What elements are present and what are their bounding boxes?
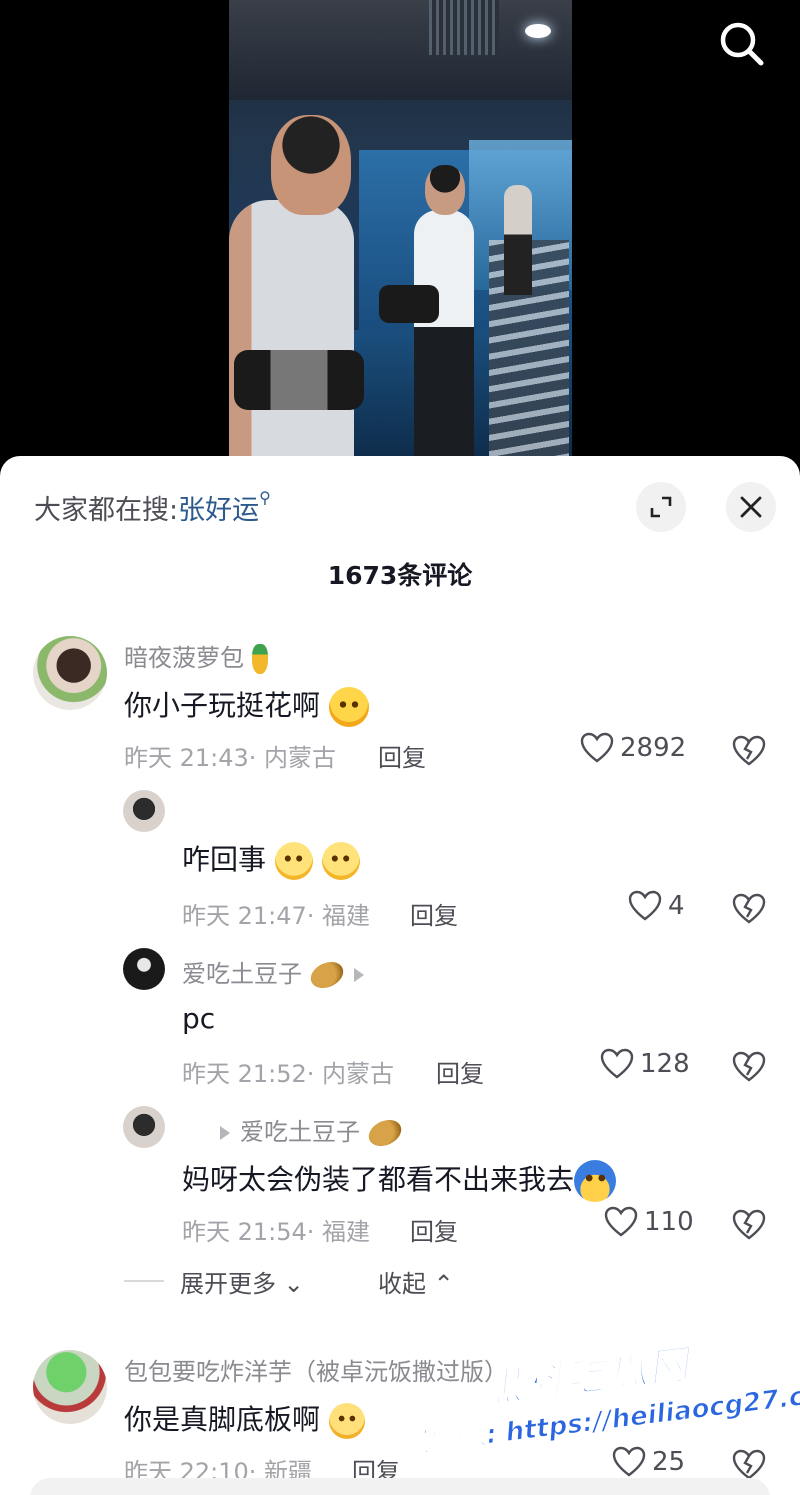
comment-meta: 昨天 21:52· 内蒙古 [182,1060,395,1088]
search-hint: 大家都在搜:张好运⚲ [34,488,271,527]
ceiling-vent [429,0,499,55]
comment-text: 妈呀太会伪装了都看不出来我去 [182,1158,617,1202]
expand-more-button[interactable]: 展开更多 ⌄ [180,1264,304,1299]
front-man-body [229,200,354,470]
potato-emoji [306,956,348,994]
comment-text: 咋回事 [182,838,360,880]
heart-outline-icon [580,732,614,763]
comment-item: 暗夜菠萝包 你小子玩挺花啊 昨天 21:43· 内蒙古 回复 2892 [0,632,800,782]
sheet-header: 大家都在搜:张好运⚲ [0,456,800,556]
like-count: 110 [644,1207,694,1237]
like-button[interactable]: 110 [604,1206,694,1238]
like-count: 4 [668,891,685,921]
like-button[interactable]: 128 [600,1048,690,1080]
reply-expand-row: 展开更多 ⌄ 收起 ⌃ [0,1260,800,1300]
broken-heart-icon[interactable] [732,892,766,926]
comment-sheet: 大家都在搜:张好运⚲ 1673条评论 暗夜菠萝包 你小子玩挺花啊 昨天 21:4… [0,456,800,1495]
search-button[interactable] [716,18,768,70]
second-man-body [414,210,474,470]
expand-icon [650,496,672,518]
pineapple-emoji [251,644,268,674]
reply-button[interactable]: 回复 [410,896,458,931]
broken-heart-icon[interactable] [732,1050,766,1084]
divider-line [124,1280,164,1282]
heart-outline-icon [612,1446,646,1477]
reply-button[interactable]: 回复 [410,1212,458,1247]
potato-emoji [364,1114,406,1152]
reply-item: 爱吃土豆子 妈呀太会伪装了都看不出来我去 昨天 21:54· 福建 回复 110 [0,1106,800,1256]
small-search-icon: ⚲ [259,488,271,507]
broken-heart-icon[interactable] [732,1208,766,1242]
reply-to-target[interactable]: 爱吃土豆子 [210,1112,406,1152]
comment-input-bar[interactable] [30,1478,770,1495]
reply-button[interactable]: 回复 [378,738,426,773]
dizzy-emoji [321,842,360,880]
like-count: 2892 [620,733,687,763]
search-hint-term[interactable]: 张好运 [178,495,259,526]
reply-button[interactable]: 回复 [436,1054,484,1089]
dumbbell [379,285,439,323]
comment-meta: 昨天 21:47· 福建 [182,902,371,930]
cold-face-emoji [574,1160,617,1202]
ceiling-light [525,24,551,38]
background-person [504,185,532,295]
comment-meta: 昨天 21:43· 内蒙古 [124,744,337,772]
video-frame[interactable] [229,0,572,470]
chevron-up-icon: ⌃ [433,1270,454,1298]
comment-meta: 昨天 21:54· 福建 [182,1218,371,1246]
laughing-emoji [328,687,369,727]
search-hint-prefix: 大家都在搜: [34,495,179,526]
comment-username[interactable]: 爱吃土豆子 [182,954,374,994]
avatar[interactable] [33,1350,107,1424]
comment-username[interactable]: 包包要吃炸洋芋（被卓沅饭撒过版） [124,1352,508,1387]
heart-outline-icon [628,890,662,921]
triangle-right-icon [353,968,364,982]
expand-button[interactable] [636,482,686,532]
avatar[interactable] [33,636,107,710]
comment-text: 你小子玩挺花啊 [124,684,369,727]
heart-outline-icon [600,1048,634,1079]
close-icon [740,496,762,518]
comment-text: pc [182,1002,216,1035]
avatar[interactable] [123,1106,165,1148]
like-button[interactable]: 4 [628,890,685,922]
close-button[interactable] [726,482,776,532]
broken-heart-icon[interactable] [732,1448,766,1482]
like-count: 25 [652,1447,686,1477]
dizzy-emoji [274,842,313,880]
video-area[interactable] [0,0,800,470]
comment-item: 包包要吃炸洋芋（被卓沅饭撒过版） 你是真脚底板啊 昨天 22:10· 新疆 回复… [0,1346,800,1495]
comment-text: 你是真脚底板啊 [124,1398,365,1439]
dumbbell [234,350,364,410]
triangle-right-icon [220,1126,230,1140]
gym-ceiling [229,0,572,100]
avatar[interactable] [123,790,165,832]
comment-username[interactable]: 暗夜菠萝包 [124,638,268,674]
front-man-head [271,115,351,215]
search-icon [720,22,764,66]
collapse-button[interactable]: 收起 ⌃ [378,1264,454,1299]
heart-outline-icon [604,1206,638,1237]
reply-item: 爱吃土豆子 pc 昨天 21:52· 内蒙古 回复 128 [0,948,800,1098]
like-button[interactable]: 25 [612,1446,685,1478]
second-man-head [425,165,465,215]
like-button[interactable]: 2892 [580,732,686,764]
chevron-down-icon: ⌄ [283,1270,304,1298]
comment-count: 1673条评论 [327,561,473,590]
flushed-emoji [328,1403,365,1439]
like-count: 128 [640,1049,690,1079]
broken-heart-icon[interactable] [732,734,766,768]
reply-item: 咋回事 昨天 21:47· 福建 回复 4 [0,790,800,940]
avatar[interactable] [123,948,165,990]
